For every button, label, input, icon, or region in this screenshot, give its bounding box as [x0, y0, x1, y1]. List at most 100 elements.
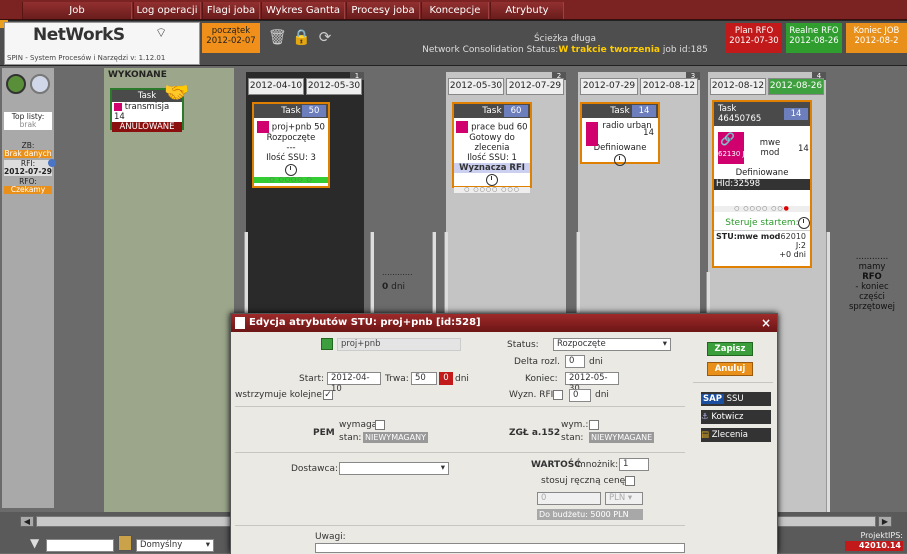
menu-bar: Job Log operacji Flagi joba Wykres Gantt…: [0, 0, 907, 20]
menu-koncepcje[interactable]: Koncepcje: [421, 2, 489, 19]
scroll-right-button[interactable]: ▶: [878, 516, 892, 527]
cancel-button[interactable]: Anuluj: [707, 362, 753, 376]
column-3-end[interactable]: 2012-08-12: [640, 78, 698, 95]
task-4-steer: Steruje startem:: [725, 218, 799, 228]
close-icon[interactable]: ×: [761, 316, 771, 330]
zlecenia-label: Zlecenia: [711, 430, 749, 440]
price-input[interactable]: 0: [537, 492, 601, 505]
uwagi-textarea[interactable]: [315, 543, 685, 553]
reczna-checkbox[interactable]: [625, 476, 635, 486]
menu-flagi-joba[interactable]: Flagi joba: [202, 2, 260, 19]
done-column: WYKONANE Task transmisja 14 ANULOWANE 🤝: [104, 68, 234, 512]
plan-rfo-label: Plan RFO: [734, 26, 774, 36]
logo-text: NetWorkS: [33, 25, 125, 45]
lock-icon[interactable]: 🔒: [292, 28, 311, 46]
task-1-num: 50: [314, 122, 325, 133]
wyzn-rfi-input[interactable]: 0: [569, 389, 591, 402]
done-task-num: 14: [114, 112, 125, 122]
task-4-status: Definiowane: [735, 168, 789, 178]
zgl-label: ZGŁ a.152: [509, 428, 561, 438]
status-select[interactable]: Rozpoczęte ▾: [553, 338, 671, 351]
mnoznik-label: mnożnik:: [577, 460, 619, 470]
zgl-wym-checkbox[interactable]: [589, 420, 599, 430]
task-1-label: Task: [281, 106, 301, 116]
task-card-3[interactable]: Task 14 radio urban 14 Definiowane: [580, 102, 660, 166]
filter-input[interactable]: [46, 539, 114, 552]
delta-input[interactable]: 0: [565, 355, 585, 368]
name-field[interactable]: proj+pnb: [337, 338, 461, 351]
scroll-left-button[interactable]: ◀: [20, 516, 34, 527]
rfi-info-icon[interactable]: [48, 159, 56, 167]
trash-icon[interactable]: 🗑: [268, 28, 287, 46]
column-1-start[interactable]: 2012-04-10: [248, 78, 304, 95]
menu-log-operacji[interactable]: Log operacji: [133, 2, 201, 19]
clock-icon: [614, 154, 626, 166]
menu-atrybuty[interactable]: Atrybuty: [490, 2, 564, 19]
ssu-label: SSU: [726, 394, 744, 404]
task-2-num: 60: [516, 122, 528, 133]
save-disk-icon: [321, 338, 333, 350]
top-listy-value: brak: [19, 120, 37, 129]
save-button[interactable]: Zapisz: [707, 342, 753, 356]
right-note-line5: sprzętowej: [848, 302, 896, 312]
column-2-start[interactable]: 2012-05-30: [448, 78, 504, 95]
kotwicz-label: Kotwicz: [711, 412, 744, 422]
dostawca-select[interactable]: ▾: [339, 462, 449, 475]
filter-icon[interactable]: ▼: [30, 536, 39, 550]
task-4-badge: 14: [784, 108, 808, 120]
wstrzymuje-checkbox[interactable]: ✓: [323, 390, 333, 400]
ssu-button[interactable]: SAP SSU: [701, 392, 771, 406]
projekt-value: 42010.14: [845, 541, 903, 551]
notes-icon[interactable]: [118, 535, 132, 551]
delta-unit: dni: [589, 357, 603, 367]
column-4-start[interactable]: 2012-08-12: [710, 78, 766, 95]
radiation-icon: [6, 74, 26, 94]
task-4-hid: HId:32598: [714, 179, 810, 190]
column-3-start[interactable]: 2012-07-29: [580, 78, 638, 95]
column-2-end[interactable]: 2012-07-29: [506, 78, 564, 95]
pem-stan-label: stan:: [339, 433, 362, 443]
mnoznik-input[interactable]: 1: [619, 458, 649, 471]
status-label: Status:: [507, 340, 539, 350]
menu-procesy-joba[interactable]: Procesy joba: [346, 2, 420, 19]
kotwicz-button[interactable]: ⚓ Kotwicz: [701, 410, 771, 424]
start-input[interactable]: 2012-04-10: [327, 372, 381, 394]
progress-dots: ○ ○○○○ ○○○: [454, 187, 530, 193]
gap-days-num: 0: [382, 282, 389, 292]
column-1-end[interactable]: 2012-05-30: [306, 78, 362, 95]
budget-label: Do budżetu: 5000 PLN: [537, 509, 643, 520]
real-rfo-label: Realne RFO: [789, 26, 839, 36]
wartosc-label: WARTOŚĆ: [531, 460, 581, 470]
task-1-badge: 50: [302, 105, 326, 117]
pem-wymaga-checkbox[interactable]: [375, 420, 385, 430]
progress-dots: ○ ○○○○ ○○●: [714, 206, 810, 212]
done-title: WYKONANE: [108, 70, 167, 80]
right-note-line2: RFO: [862, 272, 882, 282]
wyzn-rfi-checkbox[interactable]: [553, 390, 563, 400]
refresh-icon[interactable]: ⟳: [316, 28, 334, 46]
task-4-code: 62130 J:2: [718, 150, 752, 158]
task-card-4[interactable]: Task 46450765 14 🔗 62130 J:2 mwe mod 14 …: [712, 100, 812, 268]
right-note-dots: ............: [855, 252, 889, 262]
menu-wykres-gantta[interactable]: Wykres Gantta: [261, 2, 345, 19]
right-note-line1: mamy: [858, 262, 886, 272]
path-name: Ścieżka długa: [533, 34, 597, 44]
menu-job[interactable]: Job: [22, 2, 132, 19]
zlecenia-button[interactable]: ▤ Zlecenia: [701, 428, 771, 442]
trwa-unit: dni: [455, 374, 469, 384]
currency-select[interactable]: PLN ▾: [605, 492, 643, 505]
koniec-label: Koniec:: [525, 374, 558, 384]
task-card-2[interactable]: Task 60 prace bud 60 Gotowy do zlecenia I…: [452, 102, 532, 193]
task-card-1[interactable]: Task 50 proj+pnb 50 Rozpoczęte --- Ilość …: [252, 102, 330, 188]
trwa-input[interactable]: 50: [411, 372, 437, 385]
koniec-input[interactable]: 2012-05-30: [565, 372, 619, 394]
start-date: 2012-02-07: [206, 36, 256, 46]
wyzn-rfi-unit: dni: [595, 390, 609, 400]
profile-select[interactable]: Domyślny ▾: [136, 539, 214, 552]
dialog-body: proj+pnb Status: Rozpoczęte ▾ Delta rozl.…: [231, 332, 777, 554]
pem-label: PEM: [313, 428, 335, 438]
zgl-wym-label: wym.:: [561, 420, 589, 430]
column-4-scroll-right[interactable]: [826, 232, 830, 512]
column-4-end[interactable]: 2012-08-26: [768, 78, 824, 95]
job-info: Ścieżka długa Network Consolidation Stat…: [390, 34, 740, 56]
